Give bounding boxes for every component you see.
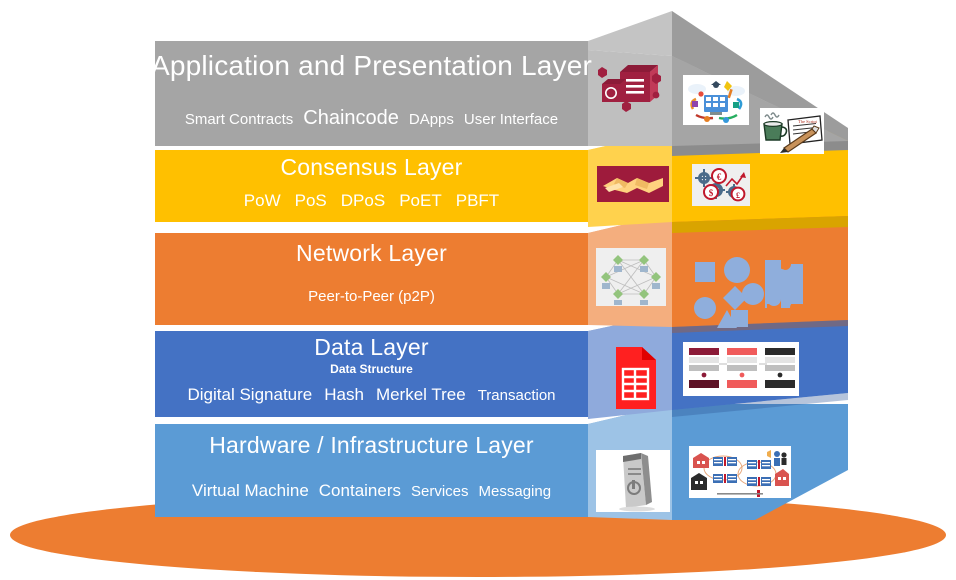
app-development-illustration [683,75,749,125]
shapes-and-puzzle-piece-graphic [694,257,803,328]
svg-text:The Script: The Script [798,119,818,124]
layer-title-network: Network Layer [296,240,447,266]
tag-hash: Hash [324,385,364,404]
layer-title-data: Data Layer [314,334,429,360]
tag-user-interface: User Interface [463,111,559,128]
tag-dpos: DPoS [340,191,386,210]
tag-merkel-tree: Merkel Tree [375,385,466,404]
block-chain-cards-illustration [683,342,799,396]
layer-title-hardware: Hardware / Infrastructure Layer [209,432,534,458]
application-roof-left [588,11,672,56]
tag-chaincode: Chaincode [303,107,399,129]
layer-panel-data[interactable]: Data Layer Data Structure Digital Signat… [155,331,588,417]
gears-currency-illustration: € $ £ [692,164,750,206]
tag-peer-to-peer: Peer-to-Peer (p2P) [308,288,435,305]
tag-transaction: Transaction [477,387,556,404]
svg-text:€: € [717,172,722,182]
tag-digital-signature: Digital Signature [187,385,313,404]
layer-tags-network: Peer-to-Peer (p2P) [308,288,435,305]
layer-subtitle-data-structure: Data Structure [330,362,413,376]
svg-text:£: £ [736,191,740,200]
tag-pbft: PBFT [455,191,500,210]
layer-title-consensus: Consensus Layer [280,154,463,180]
red-ledger-table-icon [616,347,656,409]
layer-panel-hardware[interactable]: Hardware / Infrastructure Layer Virtual … [155,424,588,517]
tag-containers: Containers [318,481,401,500]
server-tower-photo [596,450,670,512]
network-infrastructure-diagram [689,446,791,498]
layer-tags-consensus: PoW PoS DPoS PoET PBFT [244,191,499,211]
handshake-icon [597,166,669,202]
peer-network-graph-icon [596,248,666,306]
tag-poet: PoET [399,191,442,210]
tag-dapps: DApps [408,111,454,128]
layer-panel-application[interactable]: Application and Presentation Layer Smart… [151,41,592,146]
package-boxes-icon [598,65,661,112]
tag-pow: PoW [243,191,281,210]
layer-panel-network[interactable]: Network Layer Peer-to-Peer (p2P) [155,233,588,325]
layer-tags-data: Digital Signature Hash Merkel Tree Trans… [188,385,556,405]
layer-panel-consensus[interactable]: Consensus Layer PoW PoS DPoS PoET PBFT [155,150,588,222]
layer-title-application: Application and Presentation Layer [150,50,593,81]
tag-smart-contracts: Smart Contracts [184,111,294,128]
diagram-canvas: Application and Presentation Layer Smart… [0,0,956,580]
tag-pos: PoS [294,191,327,210]
tag-virtual-machine: Virtual Machine [191,481,309,500]
tag-messaging: Messaging [478,483,552,500]
layer-tags-application: Smart Contracts Chaincode DApps User Int… [185,107,558,130]
coffee-and-document-clipart: The Script [760,108,824,154]
layer-tags-hardware: Virtual Machine Containers Services Mess… [192,481,551,501]
tag-services: Services [411,483,469,500]
svg-text:$: $ [709,188,714,198]
